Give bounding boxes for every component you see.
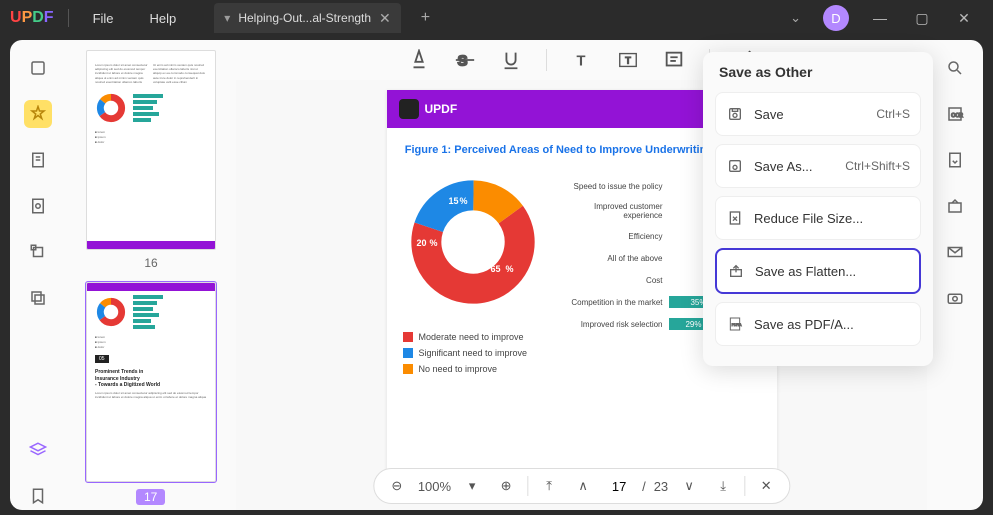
- thumbnail-label-16: 16: [86, 256, 216, 270]
- menu-file[interactable]: File: [75, 11, 132, 26]
- save-as-other-panel: Save as Other Save Ctrl+S Save As... Ctr…: [703, 52, 933, 366]
- highlight-icon[interactable]: [408, 49, 430, 71]
- textbox-icon[interactable]: T: [617, 49, 639, 71]
- prev-page-button[interactable]: ∧: [570, 473, 596, 499]
- bookmark-icon[interactable]: [24, 482, 52, 510]
- pdfa-icon: PDF/A: [726, 315, 744, 333]
- page-navigation-bar: ⊖ 100% ▾ ⊕ ⤒ ∧ / 23 ∨ ⤓ ✕: [373, 468, 790, 504]
- total-pages: 23: [654, 479, 668, 494]
- last-page-button[interactable]: ⤓: [710, 473, 736, 499]
- svg-text:T: T: [576, 54, 585, 70]
- reduce-file-size-button[interactable]: Reduce File Size...: [715, 196, 921, 240]
- camera-icon[interactable]: [941, 284, 969, 312]
- donut-value-none: 15: [449, 196, 459, 206]
- svg-text:T: T: [625, 56, 631, 66]
- thumbnail-label-17: 17: [86, 488, 216, 510]
- email-icon[interactable]: [941, 238, 969, 266]
- save-as-icon: [726, 157, 744, 175]
- next-page-button[interactable]: ∨: [676, 473, 702, 499]
- underline-icon[interactable]: [500, 49, 522, 71]
- donut-value-significant: 20: [417, 238, 427, 248]
- brand-label: UPDF: [425, 102, 458, 116]
- thumbnail-page-16[interactable]: Lorem ipsum dolor sit amet consectetur a…: [86, 50, 216, 250]
- save-as-flatten-button[interactable]: Save as Flatten...: [715, 248, 921, 294]
- maximize-button[interactable]: ▢: [901, 3, 943, 33]
- note-icon[interactable]: [663, 49, 685, 71]
- save-button[interactable]: Save Ctrl+S: [715, 92, 921, 136]
- ocr-icon[interactable]: OCR: [941, 100, 969, 128]
- search-icon[interactable]: [941, 54, 969, 82]
- reader-tool-icon[interactable]: [24, 54, 52, 82]
- layers-icon[interactable]: [24, 436, 52, 464]
- chevron-down-icon[interactable]: ⌄: [790, 10, 801, 26]
- zoom-in-button[interactable]: ⊕: [493, 473, 519, 499]
- avatar[interactable]: D: [823, 5, 849, 31]
- save-as-pdfa-button[interactable]: PDF/A Save as PDF/A...: [715, 302, 921, 346]
- brand-icon: [399, 99, 419, 119]
- panel-title: Save as Other: [715, 64, 921, 80]
- redact-tool-icon[interactable]: [24, 284, 52, 312]
- close-nav-button[interactable]: ✕: [753, 473, 779, 499]
- donut-chart: 65% 20% 15%: [403, 172, 543, 312]
- zoom-level: 100%: [418, 479, 451, 494]
- crop-tool-icon[interactable]: [24, 238, 52, 266]
- menu-help[interactable]: Help: [132, 11, 195, 26]
- comment-tool-icon[interactable]: [24, 100, 52, 128]
- add-tab-button[interactable]: +: [411, 9, 440, 27]
- page-number-input[interactable]: [604, 479, 634, 494]
- zoom-out-button[interactable]: ⊖: [384, 473, 410, 499]
- reduce-icon: [726, 209, 744, 227]
- save-icon: [726, 105, 744, 123]
- text-icon[interactable]: T: [571, 49, 593, 71]
- organize-tool-icon[interactable]: [24, 192, 52, 220]
- close-tab-icon[interactable]: ✕: [379, 10, 391, 27]
- convert-icon[interactable]: [941, 146, 969, 174]
- zoom-dropdown[interactable]: ▾: [459, 473, 485, 499]
- tab-title: Helping-Out...al-Strength: [238, 11, 371, 25]
- donut-value-moderate: 65: [491, 264, 501, 274]
- document-tab[interactable]: ▾ Helping-Out...al-Strength ✕: [214, 3, 401, 33]
- chart-legend: Moderate need to improve Significant nee…: [403, 332, 543, 374]
- thumbnail-page-17[interactable]: ■ lorem■ ipsum■ dolor 05 Prominent Trend…: [86, 282, 216, 482]
- svg-text:OCR: OCR: [951, 113, 963, 119]
- edit-tool-icon[interactable]: [24, 146, 52, 174]
- first-page-button[interactable]: ⤒: [536, 473, 562, 499]
- flatten-icon: [727, 262, 745, 280]
- save-as-button[interactable]: Save As... Ctrl+Shift+S: [715, 144, 921, 188]
- strikethrough-icon[interactable]: S: [454, 49, 476, 71]
- svg-text:S: S: [457, 54, 467, 70]
- share-icon[interactable]: [941, 192, 969, 220]
- svg-text:PDF/A: PDF/A: [732, 323, 743, 327]
- app-logo: UPDF: [10, 9, 54, 27]
- close-window-button[interactable]: ✕: [943, 3, 985, 33]
- thumbnail-panel: Lorem ipsum dolor sit amet consectetur a…: [66, 40, 236, 510]
- minimize-button[interactable]: —: [859, 3, 901, 33]
